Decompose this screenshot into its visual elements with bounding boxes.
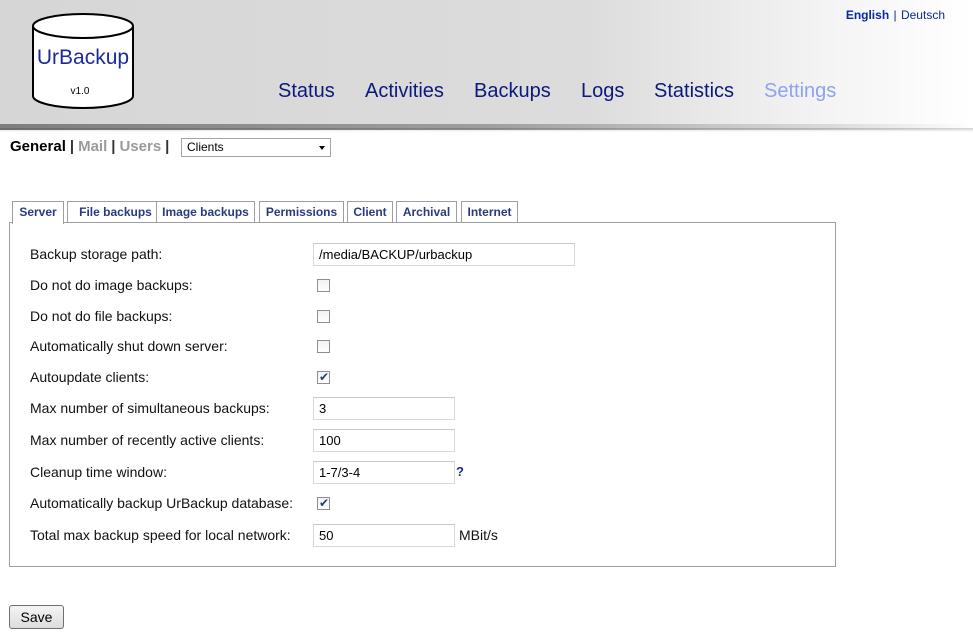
setting-backup-database: Automatically backup UrBackup database: …	[10, 492, 835, 516]
nav-settings[interactable]: Settings	[764, 80, 836, 103]
no-file-backups-label: Do not do file backups:	[30, 308, 173, 324]
subnav-mail[interactable]: Mail	[78, 138, 107, 155]
subnav-separator: |	[69, 138, 75, 155]
speed-unit-label: MBit/s	[459, 527, 498, 543]
autoupdate-clients-label: Autoupdate clients:	[30, 369, 150, 385]
lang-deutsch-link[interactable]: Deutsch	[901, 8, 945, 22]
checkmark-icon: ✔	[319, 496, 330, 510]
subnav-separator: |	[165, 138, 170, 155]
tab-image-backups[interactable]: Image backups	[156, 201, 255, 223]
tab-server[interactable]: Server	[12, 201, 64, 224]
cleanup-window-label: Cleanup time window:	[30, 464, 167, 480]
clients-select-value: Clients	[187, 140, 224, 154]
checkmark-icon: ✔	[319, 370, 330, 384]
no-file-backups-checkbox[interactable]	[317, 310, 330, 323]
header-divider-shadow	[0, 128, 973, 132]
no-image-backups-label: Do not do image backups:	[30, 277, 193, 293]
logo-text: UrBackup	[37, 46, 129, 69]
setting-auto-shutdown: Automatically shut down server:	[10, 335, 835, 359]
nav-status[interactable]: Status	[278, 80, 335, 103]
max-active-clients-label: Max number of recently active clients:	[30, 432, 265, 448]
logo-version: v1.0	[71, 86, 90, 97]
autoupdate-clients-checkbox[interactable]: ✔	[317, 370, 330, 384]
server-settings-panel: Backup storage path: /media/BACKUP/urbac…	[9, 222, 836, 567]
nav-backups[interactable]: Backups	[474, 80, 551, 103]
setting-backup-storage-path: Backup storage path: /media/BACKUP/urbac…	[10, 243, 835, 267]
tab-archival[interactable]: Archival	[396, 201, 457, 223]
clients-select[interactable]: Clients	[181, 138, 331, 157]
auto-shutdown-checkbox[interactable]	[317, 340, 330, 353]
max-speed-local-label: Total max backup speed for local network…	[30, 527, 291, 543]
setting-max-active-clients: Max number of recently active clients: 1…	[10, 429, 835, 453]
backup-storage-path-input[interactable]: /media/BACKUP/urbackup	[313, 243, 575, 266]
setting-max-speed-local: Total max backup speed for local network…	[10, 524, 835, 548]
nav-statistics[interactable]: Statistics	[654, 80, 734, 103]
setting-no-file-backups: Do not do file backups:	[10, 305, 835, 329]
setting-max-simultaneous: Max number of simultaneous backups: 3	[10, 397, 835, 421]
subnav-users[interactable]: Users	[119, 138, 161, 155]
max-active-clients-input[interactable]: 100	[313, 429, 455, 452]
chevron-down-icon	[319, 146, 325, 150]
cleanup-window-input[interactable]: 1-7/3-4	[313, 461, 455, 484]
backup-database-checkbox[interactable]: ✔	[317, 496, 330, 510]
tab-internet[interactable]: Internet	[461, 201, 518, 223]
header: UrBackup v1.0 English | Deutsch Status A…	[0, 0, 973, 124]
max-simultaneous-input[interactable]: 3	[313, 397, 455, 420]
max-speed-local-input[interactable]: 50	[313, 524, 455, 547]
subnav-general[interactable]: General	[10, 138, 66, 155]
urbackup-logo[interactable]: UrBackup v1.0	[28, 12, 138, 112]
tab-permissions[interactable]: Permissions	[259, 201, 344, 223]
setting-cleanup-window: Cleanup time window: 1-7/3-4 ?	[10, 461, 835, 485]
settings-subnav: General | Mail | Users |	[10, 138, 173, 155]
lang-english-link[interactable]: English	[846, 8, 889, 22]
setting-autoupdate-clients: Autoupdate clients: ✔	[10, 366, 835, 390]
nav-logs[interactable]: Logs	[581, 80, 624, 103]
help-link[interactable]: ?	[456, 464, 464, 479]
backup-database-label: Automatically backup UrBackup database:	[30, 495, 294, 511]
tab-file-backups[interactable]: File backups	[67, 201, 164, 223]
nav-activities[interactable]: Activities	[365, 80, 444, 103]
backup-storage-path-label: Backup storage path:	[30, 246, 163, 262]
max-simultaneous-label: Max number of simultaneous backups:	[30, 400, 270, 416]
language-switcher: English | Deutsch	[846, 8, 945, 22]
lang-separator: |	[893, 8, 897, 22]
no-image-backups-checkbox[interactable]	[317, 279, 330, 292]
setting-no-image-backups: Do not do image backups:	[10, 274, 835, 298]
save-button[interactable]: Save	[9, 605, 64, 629]
subnav-separator: |	[111, 138, 116, 155]
auto-shutdown-label: Automatically shut down server:	[30, 338, 228, 354]
tab-client[interactable]: Client	[347, 201, 393, 223]
